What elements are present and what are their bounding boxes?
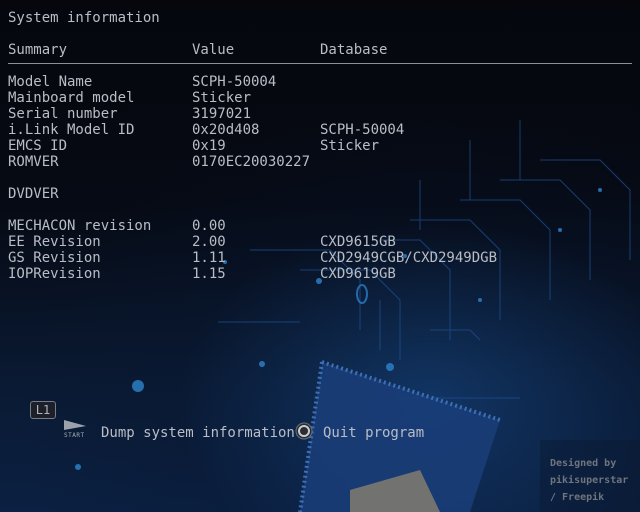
row-model-name-label: Model Name [8, 74, 93, 90]
credit-line-1: Designed by [550, 458, 617, 469]
l1-shoulder-icon[interactable]: L1 [30, 401, 56, 419]
quit-program-button[interactable]: Quit program [323, 425, 424, 441]
row-serial-value: 3197021 [192, 106, 252, 122]
row-ee-value: 2.00 [192, 234, 226, 250]
row-ilink-db: SCPH-50004 [320, 122, 405, 138]
row-mechacon-label: MECHACON revision [8, 218, 152, 234]
row-serial-label: Serial number [8, 106, 118, 122]
row-mainboard-value: Sticker [192, 90, 252, 106]
row-mechacon-value: 0.00 [192, 218, 226, 234]
dump-system-info-button[interactable]: Dump system information [101, 425, 295, 441]
system-info-screen: System information Summary Value Databas… [0, 0, 640, 512]
row-ilink-value: 0x20d408 [192, 122, 260, 138]
row-gs-value: 1.11 [192, 250, 226, 266]
row-emcs-label: EMCS ID [8, 138, 68, 154]
row-iop-db: CXD9619GB [320, 266, 396, 282]
row-mainboard-label: Mainboard model [8, 90, 135, 106]
row-iop-label: IOPRevision [8, 266, 101, 282]
header-divider [8, 63, 632, 64]
credit-line-3: / Freepik [550, 492, 605, 503]
row-gs-db: CXD2949CGB/CXD2949DGB [320, 250, 498, 266]
row-romver-label: ROMVER [8, 154, 59, 170]
row-romver-value: 0170EC20030227 [192, 154, 311, 170]
row-dvdver-label: DVDVER [8, 186, 59, 202]
start-button-label: START [64, 432, 85, 439]
row-emcs-db: Sticker [320, 138, 380, 154]
row-gs-label: GS Revision [8, 250, 101, 266]
header-summary: Summary [8, 42, 68, 58]
row-ee-label: EE Revision [8, 234, 101, 250]
circle-button-icon[interactable] [295, 422, 313, 440]
credit-line-2: pikisuperstar [550, 475, 629, 486]
row-ee-db: CXD9615GB [320, 234, 396, 250]
row-ilink-label: i.Link Model ID [8, 122, 135, 138]
page-title: System information [8, 10, 160, 26]
header-value: Value [192, 42, 235, 58]
row-iop-value: 1.15 [192, 266, 226, 282]
row-emcs-value: 0x19 [192, 138, 226, 154]
row-model-name-value: SCPH-50004 [192, 74, 277, 90]
header-database: Database [320, 42, 388, 58]
